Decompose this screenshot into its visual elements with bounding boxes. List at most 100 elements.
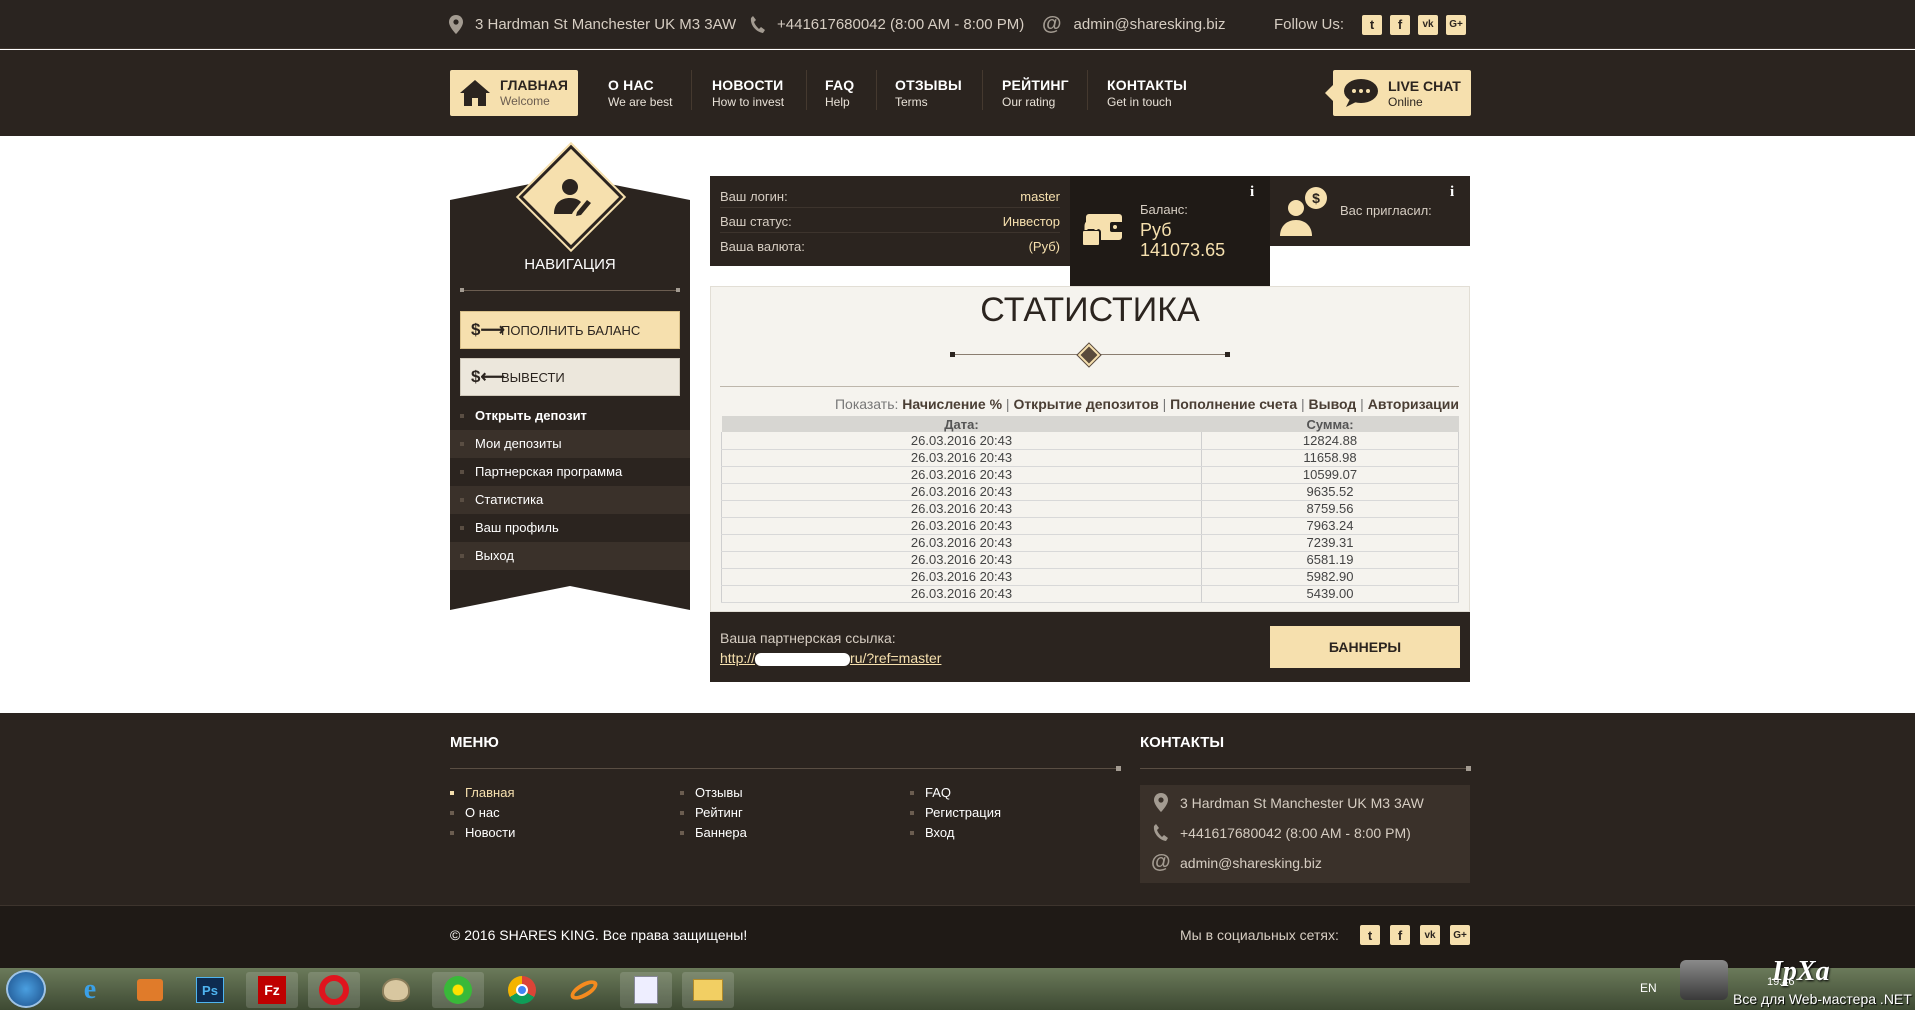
keyboard-language[interactable]: EN [1640,981,1657,995]
footer-link-rating[interactable]: Рейтинг [680,803,747,823]
balance-value: 141073.65 [1140,240,1226,260]
nav-faq[interactable]: FAQ Help [825,77,854,109]
filter-deposits[interactable]: Открытие депозитов [1013,396,1158,412]
home-icon [460,80,490,106]
vk-icon[interactable]: vk [1420,925,1440,945]
dollar-out-icon: $⟵ [471,367,505,386]
footer-link-home[interactable]: Главная [450,783,515,803]
column-date: Дата: [721,416,1202,432]
login-value: master [1020,189,1060,204]
facebook-icon[interactable]: f [1390,14,1411,35]
nav-rating[interactable]: РЕЙТИНГ Our rating [1002,77,1069,109]
dollar-in-icon: $⟶ [471,320,505,339]
invited-panel: $ i Вас пригласил: [1270,176,1470,246]
filter-topups[interactable]: Пополнение счета [1170,396,1297,412]
footer-link-login[interactable]: Вход [910,823,1001,843]
watermark-caption: Все для Web-мастера .NET [1733,991,1912,1007]
phone-icon [1153,824,1168,841]
footer-bottom-bar: © 2016 SHARES KING. Все права защищены! … [0,905,1915,968]
copyright: © 2016 SHARES KING. Все права защищены! [450,927,748,943]
footer-link-banners[interactable]: Баннера [680,823,747,843]
topup-balance-button[interactable]: $⟶ ПОПОЛНИТЬ БАЛАНС [460,311,680,349]
taskbar-explorer-icon[interactable] [682,972,734,1008]
row-date: 26.03.2016 20:43 [721,432,1202,450]
filter-withdrawals[interactable]: Вывод [1309,396,1357,412]
sidebar-item-profile[interactable]: Ваш профиль [450,514,690,542]
start-button[interactable] [6,970,46,1008]
row-amount: 10599.07 [1201,466,1459,484]
filter-authorizations[interactable]: Авторизации [1368,396,1459,412]
taskbar-notepad-icon[interactable] [620,972,672,1008]
taskbar-opera-icon[interactable] [308,972,360,1008]
row-amount: 7963.24 [1201,517,1459,535]
twitter-icon[interactable]: t [1360,925,1380,945]
sidebar-item-my-deposits[interactable]: Мои депозиты [450,430,690,458]
taskbar-filezilla-icon[interactable]: Fz [246,972,298,1008]
taskbar-paint-icon[interactable] [370,972,422,1008]
status-value: Инвестор [1002,214,1060,229]
partner-link-panel: Ваша партнерская ссылка: http:// ru/?ref=… [710,612,1470,682]
filter-accruals[interactable]: Начисление % [902,396,1002,412]
footer-email[interactable]: admin@sharesking.biz [1180,855,1322,871]
footer-divider-dot [1116,766,1121,771]
location-pin-icon [1154,793,1168,812]
nav-news[interactable]: НОВОСТИ How to invest [712,77,784,109]
sidebar-item-logout[interactable]: Выход [450,542,690,570]
taskbar-ie-icon[interactable]: e [64,972,116,1008]
taskbar-app-icon[interactable] [558,972,610,1008]
footer-link-about[interactable]: О нас [450,803,515,823]
top-phone: +441617680042 (8:00 AM - 8:00 PM) [750,0,1024,49]
withdraw-button[interactable]: $⟵ ВЫВЕСТИ [460,358,680,396]
sidebar-item-open-deposit[interactable]: Открыть депозит [450,402,690,430]
footer-link-faq[interactable]: FAQ [910,783,1001,803]
twitter-icon[interactable]: t [1362,14,1383,35]
currency-row: Ваша валюта: (Руб) [720,233,1060,258]
sidebar-divider-dot-right [676,288,680,292]
footer-link-register[interactable]: Регистрация [910,803,1001,823]
live-chat-button[interactable]: LIVE CHAT Online [1325,70,1471,116]
sidebar-item-partner-program[interactable]: Партнерская программа [450,458,690,486]
footer-link-reviews[interactable]: Отзывы [680,783,747,803]
taskbar-icq-icon[interactable] [432,972,484,1008]
partner-link[interactable]: http:// ru/?ref=master [720,650,941,666]
row-amount: 9635.52 [1201,483,1459,501]
clock-time[interactable]: 19:46 [1767,976,1795,988]
column-amount: Сумма: [1201,416,1459,432]
live-chat-sub: Online [1388,95,1423,109]
nav-contacts-title: КОНТАКТЫ [1107,77,1188,93]
footer-social-label: Мы в социальных сетях: [1180,927,1339,943]
facebook-icon[interactable]: f [1390,925,1410,945]
table-row: 26.03.2016 20:43 9635.52 [721,483,1459,501]
nav-divider [982,70,983,110]
login-label: Ваш логин: [720,189,788,204]
footer-menu-divider [450,768,1120,769]
taskbar-chrome-icon[interactable] [496,972,548,1008]
status-label: Ваш статус: [720,214,792,229]
footer-contacts-title: КОНТАКТЫ [1140,734,1225,751]
nav-home-title: ГЛАВНАЯ [500,77,568,93]
google-plus-icon[interactable]: G+ [1450,925,1470,945]
banners-button[interactable]: БАННЕРЫ [1270,626,1460,668]
taskbar-photoshop-icon[interactable]: Ps [184,972,236,1008]
table-row: 26.03.2016 20:43 5982.90 [721,568,1459,586]
footer-contacts-box: 3 Hardman St Manchester UK M3 3AW +44161… [1140,785,1470,883]
info-icon[interactable]: i [1250,184,1254,201]
top-address-text: 3 Hardman St Manchester UK M3 3AW [475,16,737,33]
taskbar-media-icon[interactable] [124,972,176,1008]
nav-about[interactable]: О НАС We are best [608,77,672,109]
nav-reviews[interactable]: ОТЗЫВЫ Terms [895,77,962,109]
nav-rating-title: РЕЙТИНГ [1002,77,1069,93]
svg-text:$: $ [1312,190,1320,206]
footer-link-news[interactable]: Новости [450,823,515,843]
top-email-text[interactable]: admin@sharesking.biz [1074,16,1226,33]
footer-divider-dot [1466,766,1471,771]
row-date: 26.03.2016 20:43 [721,466,1202,484]
info-icon[interactable]: i [1450,184,1454,201]
google-plus-icon[interactable]: G+ [1446,14,1467,35]
sidebar-item-statistics[interactable]: Статистика [450,486,690,514]
nav-home[interactable]: ГЛАВНАЯ Welcome [450,70,578,116]
nav-news-sub: How to invest [712,95,785,109]
filter-separator: | [1162,396,1167,412]
vk-icon[interactable]: vk [1418,14,1439,35]
nav-contacts[interactable]: КОНТАКТЫ Get in touch [1107,77,1187,109]
